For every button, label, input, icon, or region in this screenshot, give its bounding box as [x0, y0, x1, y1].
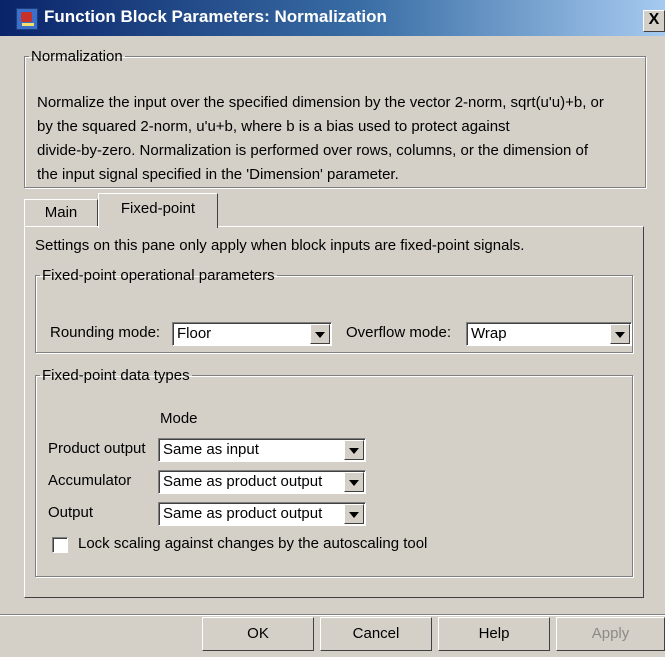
chevron-down-icon[interactable] [310, 324, 330, 344]
product-output-mode-select[interactable]: Same as input [158, 438, 366, 462]
data-types-group: Fixed-point data types Mode Product outp… [35, 367, 633, 577]
lock-scaling-label[interactable]: Lock scaling against changes by the auto… [78, 535, 427, 552]
overflow-mode-value: Wrap [471, 325, 507, 342]
rounding-mode-label: Rounding mode: [50, 324, 161, 341]
cancel-button[interactable]: Cancel [320, 617, 432, 651]
accumulator-label: Accumulator [48, 472, 132, 489]
title-bar: Function Block Parameters: Normalization [0, 0, 665, 36]
output-mode-value: Same as product output [163, 505, 323, 522]
data-types-legend: Fixed-point data types [42, 367, 190, 384]
product-output-label: Product output [48, 440, 146, 457]
chevron-down-icon[interactable] [344, 504, 364, 524]
normalization-group: Normalization Normalize the input over t… [24, 48, 646, 188]
product-output-mode-value: Same as input [163, 441, 259, 458]
window-title: Function Block Parameters: Normalization [44, 7, 387, 26]
accumulator-mode-value: Same as product output [163, 473, 323, 490]
close-button[interactable]: X [643, 10, 665, 32]
description-line: divide-by-zero. Normalization is perform… [37, 142, 589, 159]
tab-main[interactable]: Main [24, 199, 98, 226]
description-line: by the squared 2-norm, u'u+b, where b is… [37, 118, 510, 135]
block-description: Normalize the input over the specified d… [37, 91, 647, 187]
mode-column-header: Mode [160, 410, 198, 427]
rounding-mode-value: Floor [177, 325, 212, 342]
chevron-down-icon[interactable] [610, 324, 630, 344]
overflow-mode-select[interactable]: Wrap [466, 322, 632, 346]
output-label: Output [48, 504, 94, 521]
operational-parameters-legend: Fixed-point operational parameters [42, 267, 275, 284]
accumulator-mode-select[interactable]: Same as product output [158, 470, 366, 494]
operational-parameters-group: Fixed-point operational parameters Round… [35, 267, 633, 353]
fixed-point-tab-panel: Settings on this pane only apply when bl… [24, 226, 644, 598]
normalization-legend: Normalization [31, 48, 123, 65]
chevron-down-icon[interactable] [344, 440, 364, 460]
fixed-point-note: Settings on this pane only apply when bl… [35, 237, 525, 254]
chevron-down-icon[interactable] [344, 472, 364, 492]
lock-scaling-checkbox[interactable] [52, 537, 68, 553]
output-mode-select[interactable]: Same as product output [158, 502, 366, 526]
simulink-block-icon [16, 8, 38, 30]
tab-fixed-point[interactable]: Fixed-point [98, 193, 218, 228]
description-line: the input signal specified in the 'Dimen… [37, 166, 399, 183]
help-button[interactable]: Help [438, 617, 550, 651]
ok-button[interactable]: OK [202, 617, 314, 651]
rounding-mode-select[interactable]: Floor [172, 322, 332, 346]
overflow-mode-label: Overflow mode: [346, 324, 452, 341]
apply-button[interactable]: Apply [556, 617, 665, 651]
description-line: Normalize the input over the specified d… [37, 94, 604, 111]
button-separator [0, 614, 665, 616]
